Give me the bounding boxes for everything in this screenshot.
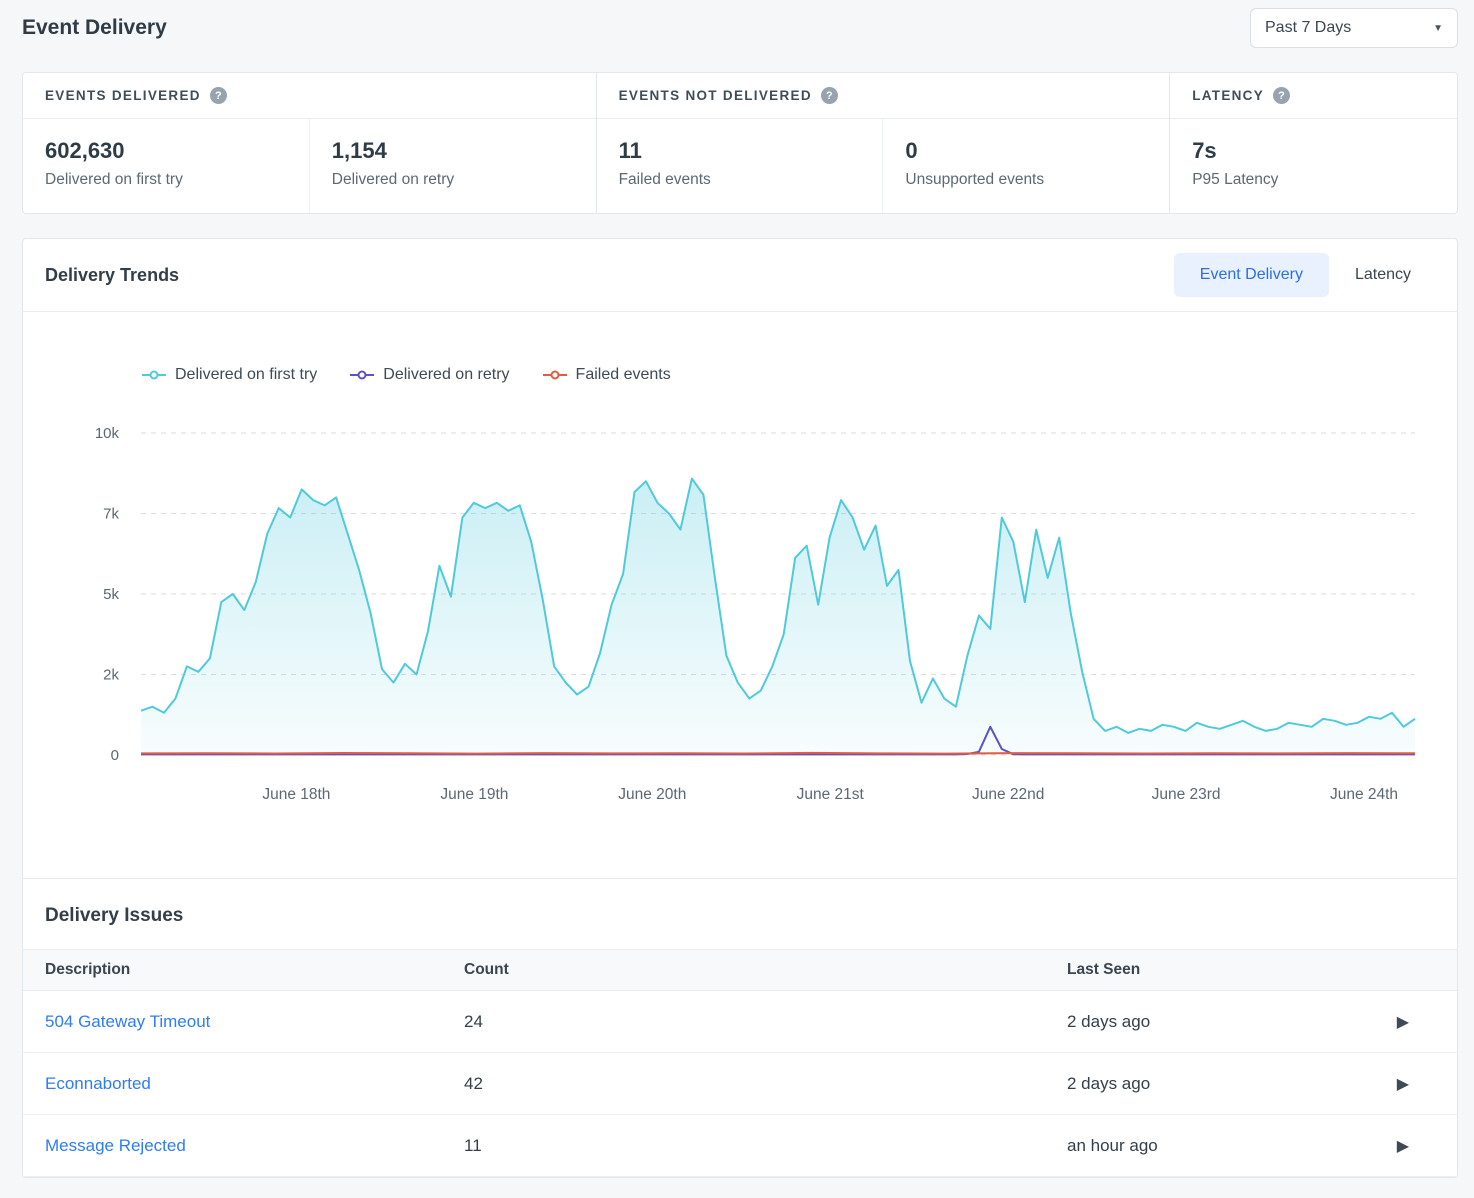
issue-last-seen: an hour ago <box>1067 1136 1435 1156</box>
issue-description-link[interactable]: 504 Gateway Timeout <box>45 1012 464 1032</box>
stats-group-header: EVENTS DELIVERED ? <box>23 73 596 119</box>
event-delivery-page: Event Delivery Past 7 Days ▼ EVENTS DELI… <box>0 0 1474 1178</box>
chevron-right-icon[interactable]: ▶ <box>1397 1012 1409 1032</box>
stats-group-title: LATENCY <box>1192 88 1264 103</box>
svg-text:2k: 2k <box>103 667 119 684</box>
chart-canvas: 0 2k 5k 7k 10k June 18th June 19th June 20th Jun… <box>23 312 1457 878</box>
stats-summary-card: EVENTS DELIVERED ? 602,630 Delivered on … <box>22 72 1458 214</box>
stat-delivered-first-try: 602,630 Delivered on first try <box>23 119 310 213</box>
issues-title-wrap: Delivery Issues <box>23 879 1457 949</box>
issue-count: 42 <box>464 1074 1067 1094</box>
help-icon[interactable]: ? <box>821 87 838 104</box>
issue-last-seen: 2 days ago <box>1067 1012 1435 1032</box>
delivery-issues-section: Delivery Issues Description Count Last S… <box>23 878 1457 1177</box>
stat-value: 602,630 <box>45 138 287 164</box>
delivery-trends-chart: Delivered on first tryDelivered on retry… <box>23 312 1457 878</box>
stat-label: Failed events <box>619 171 861 189</box>
svg-text:June 21st: June 21st <box>797 786 865 803</box>
page-header: Event Delivery Past 7 Days ▼ <box>22 8 1458 48</box>
stats-group-body: 11 Failed events 0 Unsupported events <box>597 119 1170 213</box>
chevron-down-icon: ▼ <box>1433 23 1443 34</box>
help-icon[interactable]: ? <box>210 87 227 104</box>
trends-header: Delivery Trends Event Delivery Latency <box>23 239 1457 312</box>
table-row[interactable]: Message Rejected 11 an hour ago ▶ <box>23 1115 1457 1177</box>
stat-p95-latency: 7s P95 Latency <box>1170 119 1457 213</box>
stats-group-events-not-delivered: EVENTS NOT DELIVERED ? 11 Failed events … <box>597 73 1171 213</box>
svg-text:7k: 7k <box>103 506 119 523</box>
table-row[interactable]: 504 Gateway Timeout 24 2 days ago ▶ <box>23 991 1457 1053</box>
issue-description-link[interactable]: Econnaborted <box>45 1074 464 1094</box>
issue-last-seen: 2 days ago <box>1067 1074 1435 1094</box>
stat-unsupported-events: 0 Unsupported events <box>883 119 1169 213</box>
stat-label: Unsupported events <box>905 171 1147 189</box>
svg-text:June 20th: June 20th <box>618 786 686 803</box>
stats-group-title: EVENTS DELIVERED <box>45 88 201 103</box>
stat-value: 7s <box>1192 138 1435 164</box>
stats-group-header: LATENCY ? <box>1170 73 1457 119</box>
col-count: Count <box>464 961 1067 979</box>
stat-value: 11 <box>619 138 861 164</box>
issues-table-header: Description Count Last Seen <box>23 949 1457 991</box>
issues-title: Delivery Issues <box>45 905 1435 927</box>
svg-text:June 23rd: June 23rd <box>1152 786 1221 803</box>
stat-label: P95 Latency <box>1192 171 1435 189</box>
time-range-dropdown[interactable]: Past 7 Days ▼ <box>1250 8 1458 48</box>
stats-group-latency: LATENCY ? 7s P95 Latency <box>1170 73 1457 213</box>
stats-group-title: EVENTS NOT DELIVERED <box>619 88 812 103</box>
stat-value: 0 <box>905 138 1147 164</box>
stat-label: Delivered on retry <box>332 171 574 189</box>
issue-count: 24 <box>464 1012 1067 1032</box>
time-range-value: Past 7 Days <box>1265 19 1351 37</box>
col-description: Description <box>45 961 464 979</box>
svg-text:June 18th: June 18th <box>262 786 330 803</box>
svg-text:June 22nd: June 22nd <box>972 786 1044 803</box>
trends-tabs: Event Delivery Latency <box>1174 253 1437 297</box>
svg-text:5k: 5k <box>103 586 119 603</box>
table-row[interactable]: Econnaborted 42 2 days ago ▶ <box>23 1053 1457 1115</box>
svg-text:0: 0 <box>111 747 119 764</box>
issue-count: 11 <box>464 1136 1067 1156</box>
trends-title: Delivery Trends <box>45 265 179 286</box>
chevron-right-icon[interactable]: ▶ <box>1397 1074 1409 1094</box>
stats-group-body: 7s P95 Latency <box>1170 119 1457 213</box>
stats-group-body: 602,630 Delivered on first try 1,154 Del… <box>23 119 596 213</box>
svg-text:June 19th: June 19th <box>440 786 508 803</box>
page-title: Event Delivery <box>22 16 167 40</box>
stat-delivered-on-retry: 1,154 Delivered on retry <box>310 119 596 213</box>
col-last-seen: Last Seen <box>1067 961 1435 979</box>
stats-group-events-delivered: EVENTS DELIVERED ? 602,630 Delivered on … <box>23 73 597 213</box>
help-icon[interactable]: ? <box>1273 87 1290 104</box>
tab-latency[interactable]: Latency <box>1329 253 1437 297</box>
tab-event-delivery[interactable]: Event Delivery <box>1174 253 1329 297</box>
stat-label: Delivered on first try <box>45 171 287 189</box>
stats-group-header: EVENTS NOT DELIVERED ? <box>597 73 1170 119</box>
delivery-trends-card: Delivery Trends Event Delivery Latency D… <box>22 238 1458 1178</box>
svg-text:June 24th: June 24th <box>1330 786 1398 803</box>
stat-value: 1,154 <box>332 138 574 164</box>
svg-text:10k: 10k <box>95 425 120 442</box>
chevron-right-icon[interactable]: ▶ <box>1397 1136 1409 1156</box>
issue-description-link[interactable]: Message Rejected <box>45 1136 464 1156</box>
stat-failed-events: 11 Failed events <box>597 119 884 213</box>
